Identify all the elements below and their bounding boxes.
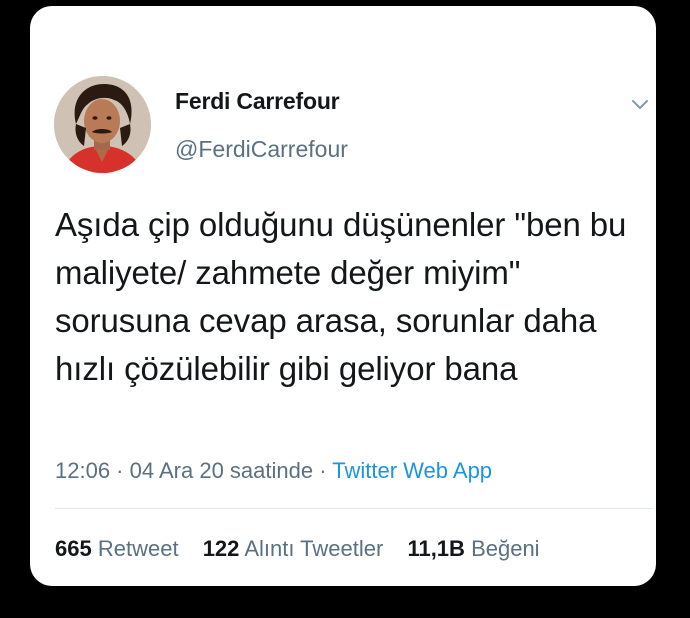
likes-count: 11,1B [407,536,465,561]
tweet-time[interactable]: 12:06 [55,458,110,483]
quotes-count: 122 [202,536,240,561]
likes-stat[interactable]: 11,1B Beğeni [407,536,539,561]
quotes-stat[interactable]: 122 Alıntı Tweetler [203,536,384,561]
avatar[interactable] [54,76,151,173]
tweet-source-link[interactable]: Twitter Web App [332,458,492,483]
meta-separator: · [110,458,130,483]
retweets-label: Retweet [97,536,179,561]
retweets-stat[interactable]: 665 Retweet [55,536,179,561]
author-handle[interactable]: @FerdiCarrefour [175,136,348,163]
tweet-card: Ferdi Carrefour @FerdiCarrefour Aşıda çi… [30,6,656,586]
tweet-meta: 12:06 · 04 Ara 20 saatinde · Twitter Web… [55,458,492,484]
retweets-count: 665 [55,536,92,561]
likes-label: Beğeni [471,536,540,561]
tweet-date[interactable]: 04 Ara 20 saatinde [130,458,313,483]
quotes-label: Alıntı Tweetler [244,536,384,561]
chevron-down-icon[interactable] [630,98,650,112]
author-display-name[interactable]: Ferdi Carrefour [175,88,340,115]
tweet-text: Aşıda çip olduğunu düşünenler "ben bu ma… [55,206,627,387]
tweet-stats: 665 Retweet 122 Alıntı Tweetler 11,1B Be… [55,536,540,562]
divider [55,508,653,509]
profile-photo-image [54,76,151,173]
meta-separator: · [313,458,333,483]
